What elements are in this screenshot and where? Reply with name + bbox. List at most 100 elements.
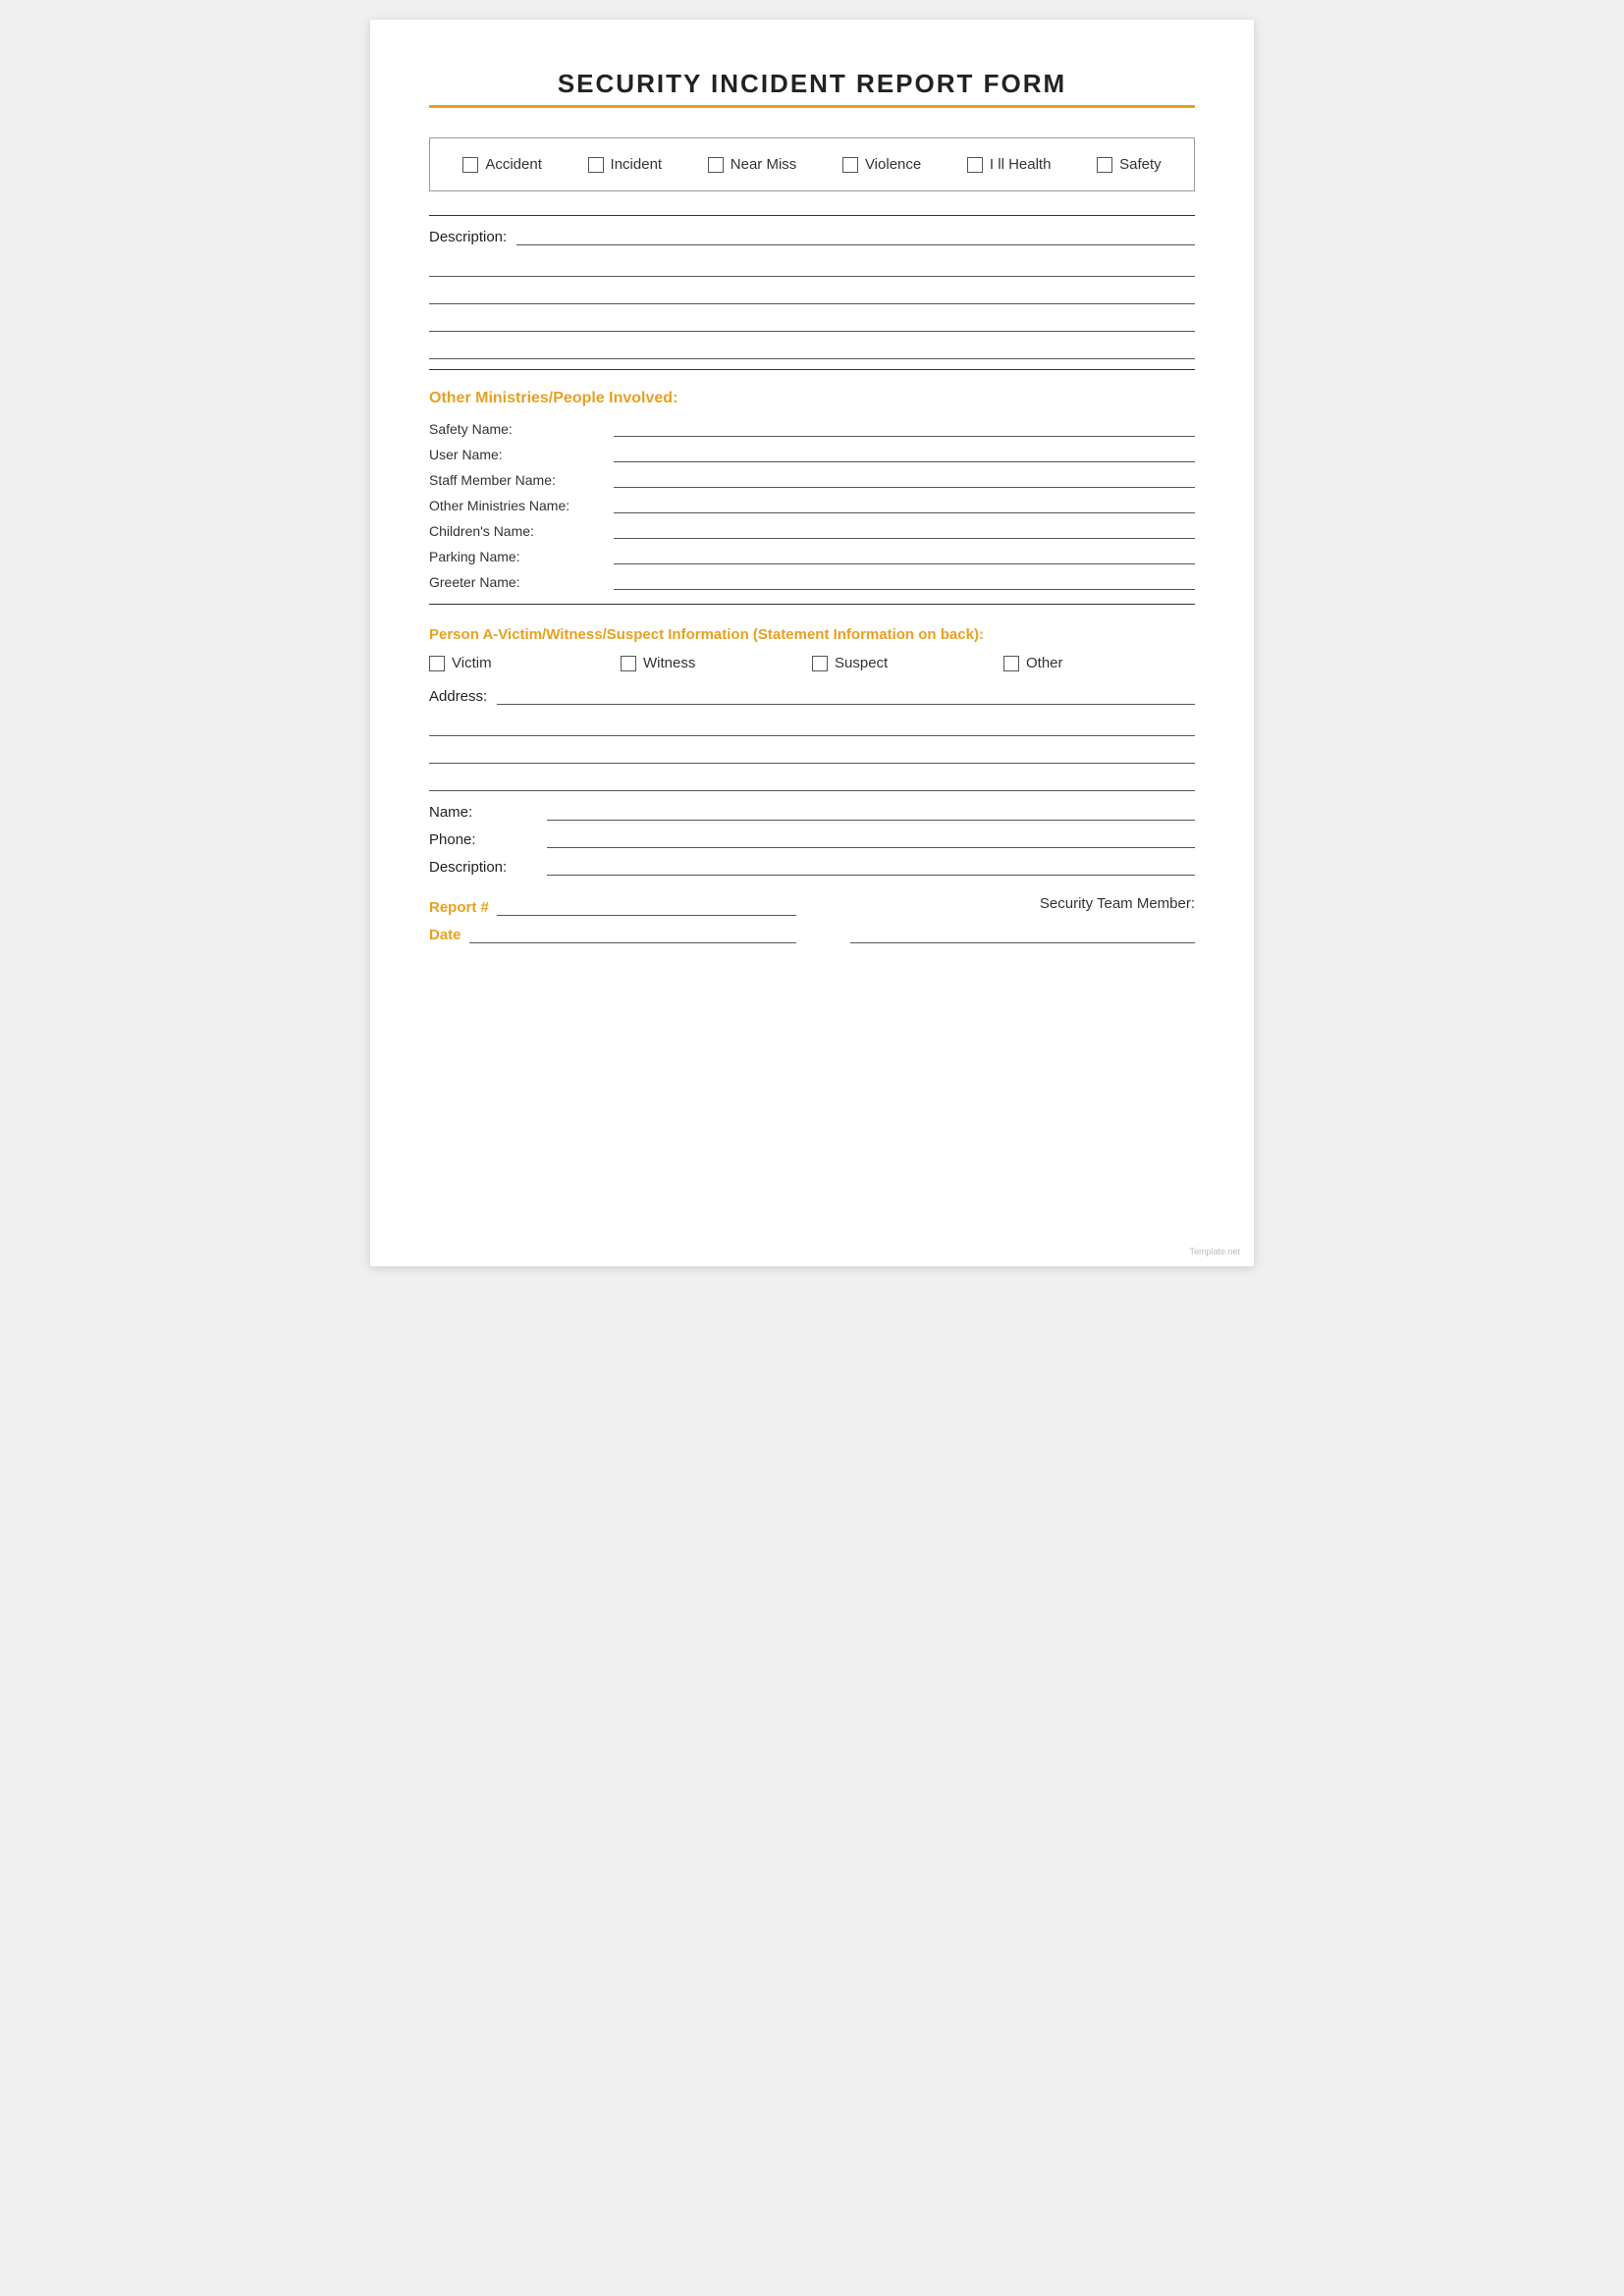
ill-health-label: I ll Health xyxy=(990,156,1052,173)
address-row: Address: xyxy=(429,685,1195,709)
info-fields: Name: Phone: Description: xyxy=(429,801,1195,876)
title-section: SECURITY INCIDENT REPORT FORM xyxy=(429,69,1195,108)
childrens-name-label: Children's Name: xyxy=(429,523,606,539)
address-label: Address: xyxy=(429,688,487,705)
incident-label: Incident xyxy=(611,156,663,173)
footer-row: Report # Date Security Team Member: xyxy=(429,895,1195,943)
security-team-label: Security Team Member: xyxy=(1040,895,1195,912)
witness-checkbox[interactable] xyxy=(621,656,636,671)
other-ministries-name-row: Other Ministries Name: xyxy=(429,494,1195,513)
report-number-row: Report # xyxy=(429,896,796,916)
witness-label: Witness xyxy=(643,655,695,671)
victim-label: Victim xyxy=(452,655,492,671)
incident-checkbox[interactable] xyxy=(588,157,604,173)
checkbox-witness[interactable]: Witness xyxy=(621,655,812,671)
childrens-name-row: Children's Name: xyxy=(429,519,1195,539)
other-ministries-name-label: Other Ministries Name: xyxy=(429,498,606,513)
other-ministries-section: Other Ministries/People Involved: Safety… xyxy=(429,390,1195,590)
checkbox-accident[interactable]: Accident xyxy=(462,156,542,173)
checkbox-safety[interactable]: Safety xyxy=(1097,156,1162,173)
other-label: Other xyxy=(1026,655,1063,671)
suspect-checkbox[interactable] xyxy=(812,656,828,671)
checkbox-ill-health[interactable]: I ll Health xyxy=(967,156,1052,173)
address-line-4[interactable] xyxy=(429,772,1195,791)
safety-name-row: Safety Name: xyxy=(429,417,1195,437)
date-row: Date xyxy=(429,924,796,943)
desc-line-3[interactable] xyxy=(429,285,1195,304)
report-number-label: Report # xyxy=(429,899,489,916)
divider-1 xyxy=(429,215,1195,216)
user-name-row: User Name: xyxy=(429,443,1195,462)
parking-name-input[interactable] xyxy=(614,545,1195,564)
greeter-name-row: Greeter Name: xyxy=(429,570,1195,590)
checkbox-other[interactable]: Other xyxy=(1003,655,1195,671)
other-ministries-heading: Other Ministries/People Involved: xyxy=(429,390,1195,407)
childrens-name-input[interactable] xyxy=(614,519,1195,539)
divider-2 xyxy=(429,369,1195,370)
desc2-label: Description: xyxy=(429,859,537,876)
staff-member-label: Staff Member Name: xyxy=(429,472,606,488)
page-title: SECURITY INCIDENT REPORT FORM xyxy=(429,69,1195,99)
form-page: SECURITY INCIDENT REPORT FORM Accident I… xyxy=(370,20,1254,1266)
watermark: Template.net xyxy=(1189,1247,1240,1256)
desc-line-4[interactable] xyxy=(429,312,1195,332)
address-line-3[interactable] xyxy=(429,744,1195,764)
near-miss-checkbox[interactable] xyxy=(708,157,724,173)
description-block: Description: xyxy=(429,226,1195,359)
staff-member-row: Staff Member Name: xyxy=(429,468,1195,488)
checkbox-incident[interactable]: Incident xyxy=(588,156,663,173)
safety-label: Safety xyxy=(1119,156,1162,173)
desc2-row: Description: xyxy=(429,856,1195,876)
checkbox-violence[interactable]: Violence xyxy=(842,156,921,173)
checkbox-victim[interactable]: Victim xyxy=(429,655,621,671)
description-input-line[interactable] xyxy=(516,226,1195,245)
incident-types-box: Accident Incident Near Miss Violence I l… xyxy=(429,137,1195,191)
address-line-2[interactable] xyxy=(429,717,1195,736)
violence-checkbox[interactable] xyxy=(842,157,858,173)
name-row: Name: xyxy=(429,801,1195,821)
ill-health-checkbox[interactable] xyxy=(967,157,983,173)
safety-name-input[interactable] xyxy=(614,417,1195,437)
checkbox-suspect[interactable]: Suspect xyxy=(812,655,1003,671)
person-a-heading: Person A-Victim/Witness/Suspect Informat… xyxy=(429,626,1195,643)
title-underline xyxy=(429,105,1195,108)
name-input[interactable] xyxy=(547,801,1195,821)
address-block: Address: xyxy=(429,685,1195,791)
parking-name-row: Parking Name: xyxy=(429,545,1195,564)
accident-label: Accident xyxy=(485,156,542,173)
date-input[interactable] xyxy=(469,924,797,943)
divider-3 xyxy=(429,604,1195,605)
other-ministries-name-input[interactable] xyxy=(614,494,1195,513)
checkbox-near-miss[interactable]: Near Miss xyxy=(708,156,797,173)
near-miss-label: Near Miss xyxy=(731,156,797,173)
suspect-label: Suspect xyxy=(835,655,888,671)
desc-line-5[interactable] xyxy=(429,340,1195,359)
date-label: Date xyxy=(429,927,461,943)
phone-label: Phone: xyxy=(429,831,537,848)
phone-input[interactable] xyxy=(547,828,1195,848)
description-label: Description: xyxy=(429,229,507,245)
safety-name-label: Safety Name: xyxy=(429,421,606,437)
name-label: Name: xyxy=(429,804,537,821)
person-a-section: Person A-Victim/Witness/Suspect Informat… xyxy=(429,626,1195,876)
footer-right: Security Team Member: xyxy=(850,895,1195,943)
security-team-input[interactable] xyxy=(850,924,1195,943)
user-name-input[interactable] xyxy=(614,443,1195,462)
greeter-name-input[interactable] xyxy=(614,570,1195,590)
accident-checkbox[interactable] xyxy=(462,157,478,173)
desc-line-2[interactable] xyxy=(429,257,1195,277)
other-checkbox[interactable] xyxy=(1003,656,1019,671)
desc2-input[interactable] xyxy=(547,856,1195,876)
footer-left: Report # Date xyxy=(429,896,796,943)
violence-label: Violence xyxy=(865,156,921,173)
report-number-input[interactable] xyxy=(497,896,797,916)
user-name-label: User Name: xyxy=(429,447,606,462)
description-row: Description: xyxy=(429,226,1195,249)
staff-member-input[interactable] xyxy=(614,468,1195,488)
person-type-row: Victim Witness Suspect Other xyxy=(429,655,1195,671)
phone-row: Phone: xyxy=(429,828,1195,848)
parking-name-label: Parking Name: xyxy=(429,549,606,564)
safety-checkbox[interactable] xyxy=(1097,157,1112,173)
victim-checkbox[interactable] xyxy=(429,656,445,671)
address-input-line[interactable] xyxy=(497,685,1195,705)
